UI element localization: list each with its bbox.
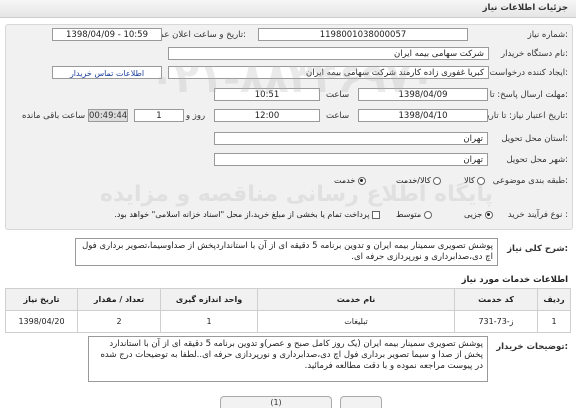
treasury-payment-option[interactable]: پرداخت تمام یا بخشی از مبلغ خرید،از محل …: [60, 210, 380, 219]
validity-time-label: ساعت: [326, 111, 350, 121]
service-code-cell: ز-73-731: [454, 310, 538, 333]
process-label: نوع فرآیند خرید :: [507, 210, 568, 220]
page-title: جزئیات اطلاعات نیاز: [482, 3, 568, 13]
city-field[interactable]: تهران: [214, 153, 488, 166]
category-option-service[interactable]: خدمت: [334, 176, 366, 185]
services-section-title: اطلاعات خدمات مورد نیاز: [461, 275, 568, 285]
quantity-cell: 2: [77, 310, 161, 333]
column-header: ردیف: [537, 288, 571, 311]
service-name-cell: تبلیغات: [257, 310, 455, 333]
process-option-medium[interactable]: متوسط: [396, 210, 432, 219]
deadline-time-field[interactable]: 10:51: [214, 88, 320, 101]
header-bar: جزئیات اطلاعات نیاز: [0, 0, 576, 18]
creator-label: ایجاد کننده درخواست:: [489, 68, 568, 78]
deadline-date-field[interactable]: 1398/04/09: [358, 88, 488, 101]
buyer-field[interactable]: شرکت سهامی بیمه ایران: [168, 47, 489, 60]
services-table: ردیف کد خدمت نام خدمت واحد اندازه گیری ت…: [5, 288, 571, 333]
days-field[interactable]: 1: [134, 109, 184, 122]
back-button[interactable]: [340, 396, 382, 408]
buyer-contact-link[interactable]: اطلاعات تماس خریدار: [52, 66, 162, 79]
radio-selected-icon[interactable]: [484, 210, 493, 219]
radio-icon[interactable]: [477, 176, 486, 185]
column-header: تعداد / مقدار: [77, 288, 161, 311]
need-date-cell: 1398/04/20: [5, 310, 78, 333]
table-row[interactable]: 1 ز-73-731 تبلیغات 1 2 1398/04/20: [5, 310, 571, 333]
checkbox-icon[interactable]: [372, 210, 380, 219]
column-header: واحد اندازه گیری: [160, 288, 258, 311]
city-label: شهر محل تحویل:: [506, 155, 568, 165]
validity-time-field[interactable]: 12:00: [214, 109, 320, 122]
days-label: روز و: [186, 111, 206, 121]
unit-cell: 1: [160, 310, 258, 333]
table-header-row: ردیف کد خدمت نام خدمت واحد اندازه گیری ت…: [5, 288, 571, 311]
process-option-partial[interactable]: جزیی: [464, 210, 493, 219]
row-number-cell: 1: [537, 310, 571, 333]
validity-label: تاریخ اعتبار نیاز: تا تاریخ:: [481, 111, 568, 121]
creator-field[interactable]: کبریا غفوری زاده کارمند شرکت سهامی بیمه …: [168, 66, 489, 79]
attachments-button[interactable]: (1): [220, 396, 332, 408]
province-label: استان محل تحویل:: [501, 134, 568, 144]
category-label: طبقه بندی موضوعی:: [492, 176, 568, 186]
buyer-notes-label: توضیحات خریدار:: [496, 342, 568, 352]
remaining-time-field: 00:49:44: [88, 109, 128, 122]
column-header: نام خدمت: [257, 288, 455, 311]
category-option-goods-service[interactable]: کالا/خدمت: [396, 176, 442, 185]
column-header: تاریخ نیاز: [5, 288, 78, 311]
province-field[interactable]: تهران: [214, 132, 488, 145]
summary-text: پوشش تصویری سمینار بیمه ایران و تدوین بر…: [75, 238, 498, 266]
need-number-field[interactable]: 1198001038000057: [258, 28, 468, 41]
remaining-time-label: ساعت باقی مانده: [22, 111, 86, 121]
deadline-time-label: ساعت: [326, 90, 350, 100]
buyer-notes-text: پوشش تصویری سمینار بیمه ایران (یک روز کا…: [88, 336, 488, 382]
need-number-label: شماره نیاز:: [527, 30, 568, 40]
category-option-goods[interactable]: کالا: [464, 176, 486, 185]
radio-icon[interactable]: [423, 210, 432, 219]
buyer-label: نام دستگاه خریدار:: [501, 49, 568, 59]
validity-date-field[interactable]: 1398/04/10: [358, 109, 488, 122]
summary-label: شرح کلی نیاز:: [507, 244, 568, 254]
column-header: کد خدمت: [454, 288, 538, 311]
announce-field[interactable]: 1398/04/09 - 10:59: [52, 28, 162, 41]
radio-icon[interactable]: [433, 176, 442, 185]
radio-selected-icon[interactable]: [357, 176, 366, 185]
